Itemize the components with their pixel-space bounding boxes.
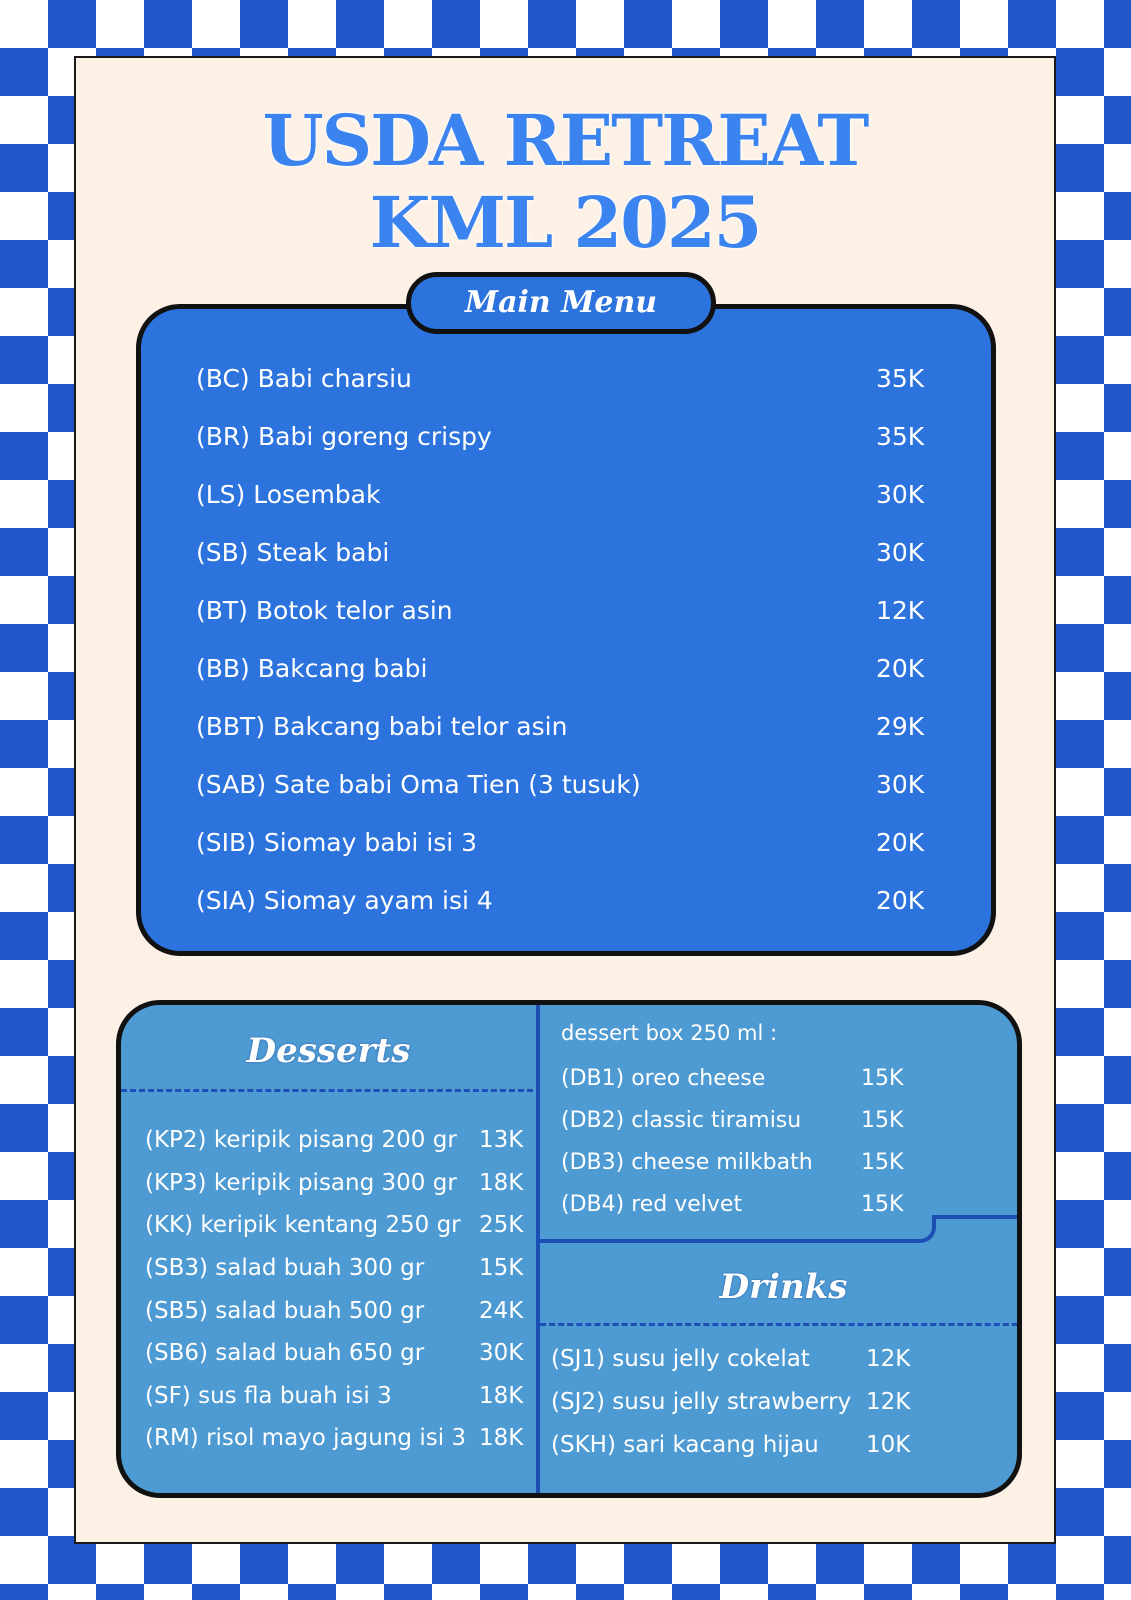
main-menu-label: Main Menu [406, 272, 716, 334]
list-item: (DB4) red velvet 15K [561, 1183, 904, 1225]
secondary-menu-box: Desserts (KP2) keripik pisang 200 gr 13K … [116, 1000, 1022, 1498]
item-price: 35K [876, 363, 925, 393]
list-item: (SB5) salad buah 500 gr 24K [145, 1289, 525, 1332]
item-name: (DB2) classic tiramisu [561, 1107, 802, 1133]
desserts-list: (KP2) keripik pisang 200 gr 13K (KP3) ker… [145, 1119, 525, 1460]
list-item: (SF) sus fla buah isi 3 18K [145, 1375, 525, 1418]
item-price: 30K [479, 1340, 524, 1367]
menu-item: (SIB) Siomay babi isi 3 20K [196, 813, 926, 871]
dessert-box-list: (DB1) oreo cheese 15K (DB2) classic tiram… [561, 1057, 904, 1225]
item-name: (KP2) keripik pisang 200 gr [145, 1127, 457, 1154]
main-menu-list: (BC) Babi charsiu 35K (BR) Babi goreng cr… [196, 349, 926, 929]
desserts-divider [121, 1089, 533, 1092]
item-price: 25K [479, 1212, 524, 1239]
item-price: 18K [479, 1425, 524, 1452]
item-name: (SB3) salad buah 300 gr [145, 1255, 425, 1282]
list-item: (SKH) sari kacang hijau 10K [551, 1423, 911, 1466]
item-name: (BR) Babi goreng crispy [196, 421, 492, 451]
item-price: 20K [876, 885, 925, 915]
item-name: (SB6) salad buah 650 gr [145, 1340, 425, 1367]
item-name: (BT) Botok telor asin [196, 595, 453, 625]
item-price: 13K [479, 1127, 524, 1154]
main-menu-box: (BC) Babi charsiu 35K (BR) Babi goreng cr… [136, 304, 996, 956]
item-name: (KP3) keripik pisang 300 gr [145, 1169, 457, 1196]
menu-item: (SB) Steak babi 30K [196, 523, 926, 581]
item-price: 12K [866, 1345, 911, 1372]
item-name: (KK) keripik kentang 250 gr [145, 1212, 461, 1239]
item-price: 12K [876, 595, 925, 625]
list-item: (KP3) keripik pisang 300 gr 18K [145, 1162, 525, 1205]
drinks-title: Drinks [719, 1267, 848, 1307]
list-item: (DB2) classic tiramisu 15K [561, 1099, 904, 1141]
menu-item: (BC) Babi charsiu 35K [196, 349, 926, 407]
list-item: (SJ2) susu jelly strawberry 12K [551, 1380, 911, 1423]
item-name: (SJ1) susu jelly cokelat [551, 1345, 810, 1372]
item-name: (SF) sus fla buah isi 3 [145, 1382, 392, 1409]
list-item: (SB6) salad buah 650 gr 30K [145, 1332, 525, 1375]
item-price: 15K [861, 1191, 904, 1217]
list-item: (SJ1) susu jelly cokelat 12K [551, 1337, 911, 1380]
list-item: (SB3) salad buah 300 gr 15K [145, 1247, 525, 1290]
drinks-list: (SJ1) susu jelly cokelat 12K (SJ2) susu j… [551, 1337, 911, 1466]
item-price: 20K [876, 827, 925, 857]
item-name: (SIA) Siomay ayam isi 4 [196, 885, 493, 915]
dessert-box-intro: dessert box 250 ml : [561, 1021, 778, 1045]
item-price: 15K [861, 1149, 904, 1175]
column-divider [536, 1005, 540, 1493]
menu-item: (BB) Bakcang babi 20K [196, 639, 926, 697]
item-price: 15K [861, 1065, 904, 1091]
item-price: 12K [866, 1388, 911, 1415]
item-name: (BBT) Bakcang babi telor asin [196, 711, 568, 741]
item-price: 30K [876, 537, 925, 567]
drinks-top-border [536, 1239, 916, 1243]
item-price: 18K [479, 1169, 524, 1196]
drinks-border-curve [906, 1215, 936, 1243]
menu-item: (SAB) Sate babi Oma Tien (3 tusuk) 30K [196, 755, 926, 813]
item-price: 15K [479, 1255, 524, 1282]
item-price: 30K [876, 769, 925, 799]
item-name: (LS) Losembak [196, 479, 381, 509]
item-price: 24K [479, 1297, 524, 1324]
list-item: (DB1) oreo cheese 15K [561, 1057, 904, 1099]
item-name: (SJ2) susu jelly strawberry [551, 1388, 852, 1415]
item-price: 29K [876, 711, 925, 741]
menu-card: USDA RETREAT KML 2025 (BC) Babi charsiu 3… [74, 56, 1056, 1544]
item-price: 18K [479, 1382, 524, 1409]
item-price: 15K [861, 1107, 904, 1133]
list-item: (DB3) cheese milkbath 15K [561, 1141, 904, 1183]
item-name: (DB3) cheese milkbath [561, 1149, 813, 1175]
item-name: (SKH) sari kacang hijau [551, 1431, 819, 1458]
menu-item: (BT) Botok telor asin 12K [196, 581, 926, 639]
item-name: (BC) Babi charsiu [196, 363, 412, 393]
list-item: (KK) keripik kentang 250 gr 25K [145, 1204, 525, 1247]
menu-item: (SIA) Siomay ayam isi 4 20K [196, 871, 926, 929]
desserts-title: Desserts [246, 1031, 411, 1071]
item-name: (SIB) Siomay babi isi 3 [196, 827, 478, 857]
item-price: 20K [876, 653, 925, 683]
menu-item: (BBT) Bakcang babi telor asin 29K [196, 697, 926, 755]
title-line-1: USDA RETREAT [262, 99, 870, 182]
item-price: 35K [876, 421, 925, 451]
item-name: (RM) risol mayo jagung isi 3 [145, 1425, 467, 1452]
item-name: (SAB) Sate babi Oma Tien (3 tusuk) [196, 769, 641, 799]
menu-item: (BR) Babi goreng crispy 35K [196, 407, 926, 465]
item-name: (SB5) salad buah 500 gr [145, 1297, 425, 1324]
drinks-top-border-right [933, 1215, 1017, 1219]
list-item: (RM) risol mayo jagung isi 3 18K [145, 1417, 525, 1460]
menu-item: (LS) Losembak 30K [196, 465, 926, 523]
item-price: 10K [866, 1431, 911, 1458]
list-item: (KP2) keripik pisang 200 gr 13K [145, 1119, 525, 1162]
title-line-2: KML 2025 [369, 181, 763, 264]
item-name: (DB1) oreo cheese [561, 1065, 766, 1091]
item-name: (BB) Bakcang babi [196, 653, 428, 683]
menu-title: USDA RETREAT KML 2025 [76, 100, 1054, 264]
drinks-divider [540, 1323, 1017, 1326]
item-price: 30K [876, 479, 925, 509]
item-name: (SB) Steak babi [196, 537, 390, 567]
item-name: (DB4) red velvet [561, 1191, 743, 1217]
